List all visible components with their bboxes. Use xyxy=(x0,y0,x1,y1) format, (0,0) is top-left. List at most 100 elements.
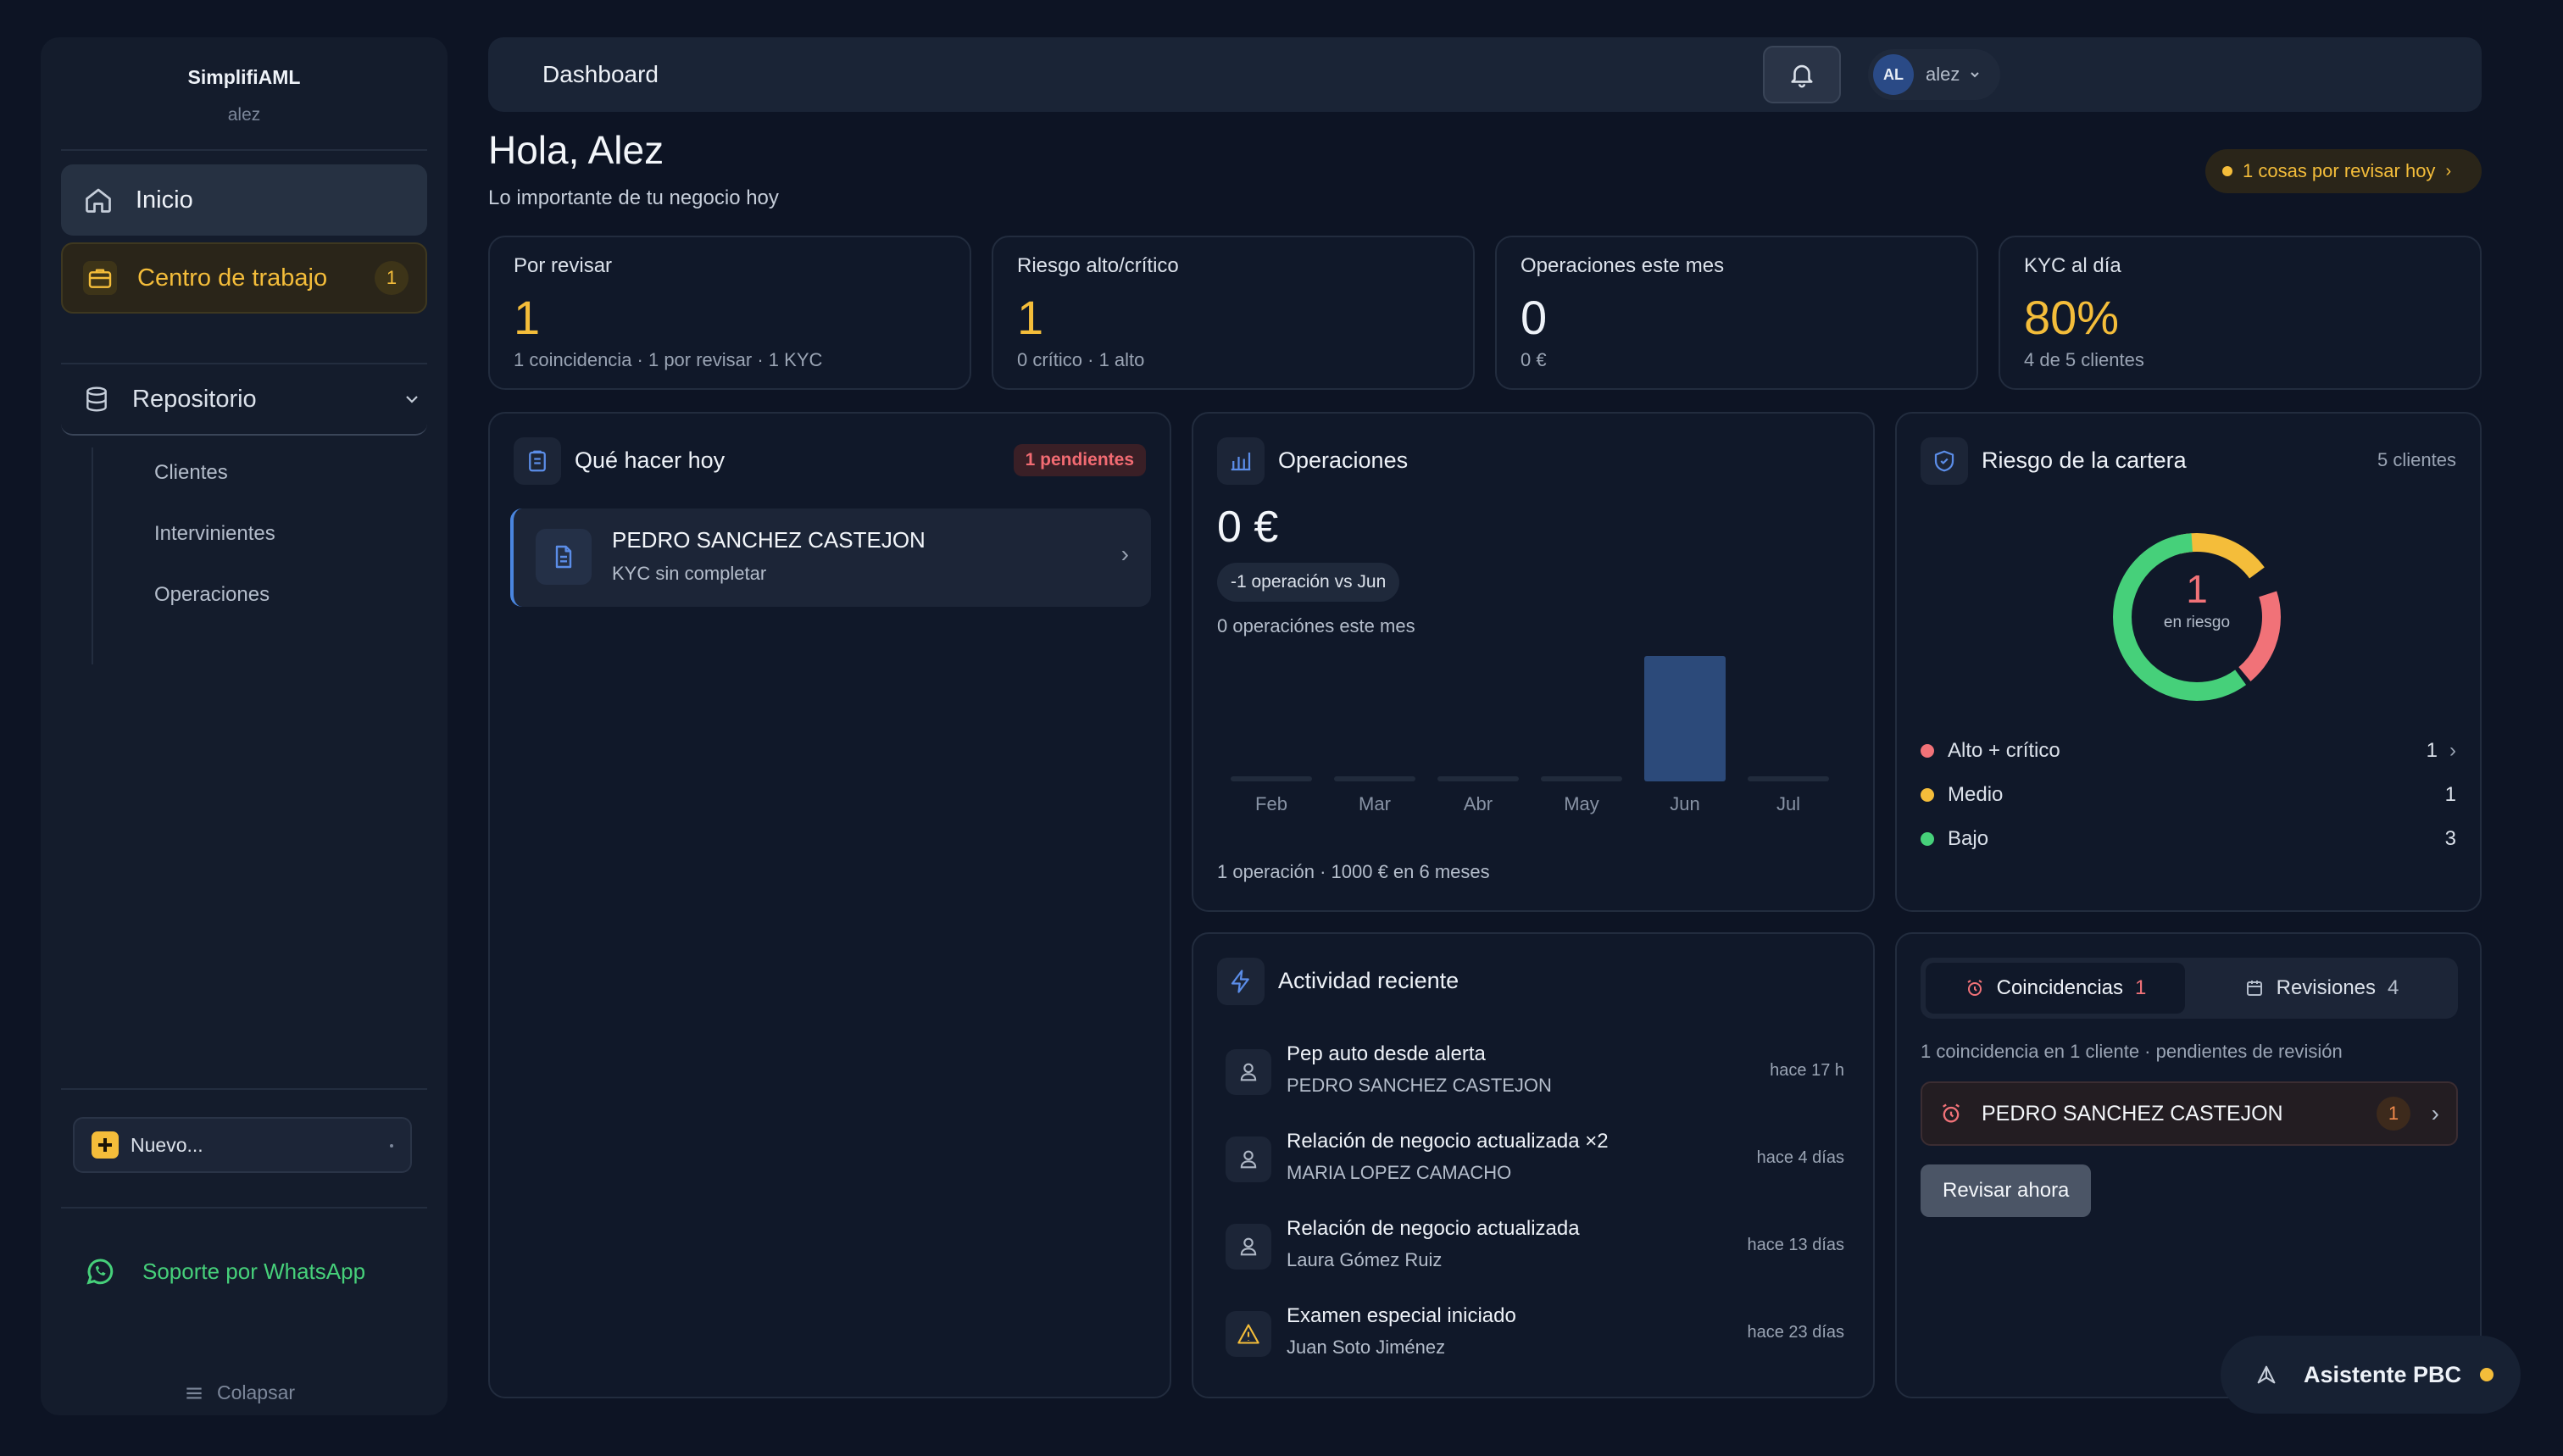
collapse-button[interactable]: Colapsar xyxy=(183,1381,295,1404)
card-title: Actividad reciente xyxy=(1278,968,1459,993)
legend-label: Medio xyxy=(1948,783,2004,806)
tree-line xyxy=(92,447,93,664)
todo-item-detail: KYC sin completar xyxy=(612,563,767,584)
legend-dot xyxy=(1921,744,1934,758)
sidebar-item-intervinientes[interactable]: Intervinientes xyxy=(154,522,275,546)
activity-time: hace 23 días xyxy=(1747,1323,1844,1342)
activity-subject: PEDRO SANCHEZ CASTEJON xyxy=(1287,1075,1552,1096)
risk-client-count: 5 clientes xyxy=(2377,449,2456,470)
todo-item-name: PEDRO SANCHEZ CASTEJON xyxy=(612,527,926,553)
kpi-sub: 1 coincidencia · 1 por revisar · 1 KYC xyxy=(514,349,823,370)
risk-center-value: 1 xyxy=(2186,567,2208,611)
activity-title: Examen especial iniciado xyxy=(1287,1304,1516,1327)
legend-label: Bajo xyxy=(1948,827,1989,850)
match-item[interactable]: PEDRO SANCHEZ CASTEJON 1 › xyxy=(1921,1081,2458,1146)
database-icon xyxy=(83,386,110,413)
legend-count: 3 xyxy=(2444,827,2456,850)
kpi-card-riesgo[interactable]: Riesgo alto/crítico 1 0 crítico · 1 alto xyxy=(992,236,1475,390)
tab-count: 4 xyxy=(2388,976,2399,999)
chart-tick-label: Jun xyxy=(1670,793,1699,814)
user-name: alez xyxy=(1926,64,1960,85)
notifications-button[interactable] xyxy=(1763,46,1841,103)
chart-bar-may xyxy=(1541,776,1622,781)
warning-icon xyxy=(1237,1322,1260,1346)
activity-subject: Laura Gómez Ruiz xyxy=(1287,1249,1443,1270)
sidebar-item-repository[interactable]: Repositorio xyxy=(61,364,427,436)
kpi-value: 0 xyxy=(1521,291,1548,344)
activity-title: Relación de negocio actualizada ×2 xyxy=(1287,1130,1609,1153)
shield-check-icon xyxy=(1932,448,1957,474)
kpi-value: 1 xyxy=(514,291,541,344)
match-item-name: PEDRO SANCHEZ CASTEJON xyxy=(1982,1101,2283,1125)
chart-bar-jul xyxy=(1748,776,1829,781)
chevron-right-icon: › xyxy=(2431,1100,2439,1126)
home-icon xyxy=(83,185,114,215)
activity-subject: MARIA LOPEZ CAMACHO xyxy=(1287,1162,1512,1183)
operations-footer: 1 operación · 1000 € en 6 meses xyxy=(1217,861,1490,882)
todo-card: Qué hacer hoy 1 pendientes PEDRO SANCHEZ… xyxy=(488,412,1171,1398)
brand-name: SimplifiAML xyxy=(187,66,301,88)
pending-badge: 1 pendientes xyxy=(1013,444,1146,476)
chart-tick-label: May xyxy=(1564,793,1599,814)
activity-time: hace 13 días xyxy=(1747,1236,1844,1254)
review-now-button[interactable]: Revisar ahora xyxy=(1921,1164,2092,1217)
chart-bar-feb xyxy=(1231,776,1312,781)
risk-legend-high[interactable]: Alto + crítico 1 › xyxy=(1921,734,2456,768)
activity-item[interactable]: Relación de negocio actualizada ×2 MARIA… xyxy=(1193,1126,1876,1204)
dropdown-indicator xyxy=(390,1144,393,1148)
chevron-down-icon xyxy=(402,389,422,409)
operations-delta-badge: -1 operación vs Jun xyxy=(1217,563,1400,602)
todo-icon-box xyxy=(514,437,561,485)
kpi-card-kyc[interactable]: KYC al día 80% 4 de 5 clientes xyxy=(1999,236,2482,390)
chart-bar-jun xyxy=(1644,656,1726,781)
sidebar: SimplifiAML alez Inicio Centro de trabaj… xyxy=(41,37,448,1415)
legend-count: 1 xyxy=(2444,783,2456,806)
status-dot xyxy=(2222,166,2232,176)
new-button[interactable]: Nuevo... xyxy=(73,1117,412,1173)
chevron-right-icon: › xyxy=(2445,161,2452,181)
legend-count: 1 xyxy=(2426,739,2438,762)
kpi-label: Operaciones este mes xyxy=(1521,254,1725,277)
kpi-label: Riesgo alto/crítico xyxy=(1017,254,1179,277)
operations-card: Operaciones 0 € -1 operación vs Jun 0 op… xyxy=(1192,412,1875,912)
tab-revisiones[interactable]: Revisiones 4 xyxy=(2190,963,2453,1014)
tab-label: Coincidencias xyxy=(1996,976,2124,999)
activity-item[interactable]: Pep auto desde alerta PEDRO SANCHEZ CAST… xyxy=(1193,1039,1876,1117)
operations-value: 0 € xyxy=(1217,503,1279,552)
user-icon xyxy=(1237,1235,1260,1259)
kpi-card-operaciones[interactable]: Operaciones este mes 0 0 € xyxy=(1495,236,1978,390)
review-today-pill[interactable]: 1 cosas por revisar hoy › xyxy=(2205,149,2482,193)
matches-summary: 1 coincidencia en 1 cliente · pendientes… xyxy=(1921,1041,2343,1062)
todo-item[interactable]: PEDRO SANCHEZ CASTEJON KYC sin completar… xyxy=(510,508,1151,607)
whatsapp-support-link[interactable]: Soporte por WhatsApp xyxy=(83,1254,365,1288)
greeting-subtitle: Lo importante de tu negocio hoy xyxy=(488,186,779,209)
kpi-card-por-revisar[interactable]: Por revisar 1 1 coincidencia · 1 por rev… xyxy=(488,236,971,390)
assistant-button[interactable]: Asistente PBC xyxy=(2221,1336,2521,1414)
activity-item[interactable]: Examen especial iniciado Juan Soto Jimén… xyxy=(1193,1301,1876,1379)
sidebar-item-home[interactable]: Inicio xyxy=(61,164,427,236)
sidebar-item-label: Repositorio xyxy=(132,385,257,413)
sidebar-item-workcenter[interactable]: Centro de trabajo 1 xyxy=(61,242,427,314)
user-icon xyxy=(1237,1060,1260,1084)
activity-item[interactable]: Relación de negocio actualizada Laura Gó… xyxy=(1193,1214,1876,1292)
legend-dot xyxy=(1921,832,1934,846)
activity-item-icon-box xyxy=(1226,1049,1271,1095)
tab-label: Revisiones xyxy=(2276,976,2377,999)
greeting-title: Hola, Alez xyxy=(488,128,664,172)
collapse-label: Colapsar xyxy=(217,1381,296,1403)
tab-coincidencias[interactable]: Coincidencias 1 xyxy=(1926,963,2185,1014)
clipboard-icon xyxy=(525,448,550,474)
matches-card: Coincidencias 1 Revisiones 4 1 coinciden… xyxy=(1895,932,2482,1398)
divider xyxy=(61,149,427,151)
operations-chart: Feb Mar Abr May Jun Jul xyxy=(1231,656,1829,814)
avatar: AL xyxy=(1873,54,1914,95)
chart-bar-mar xyxy=(1334,776,1415,781)
sidebar-item-clientes[interactable]: Clientes xyxy=(154,461,228,485)
workcenter-count-badge: 1 xyxy=(375,261,409,295)
operations-icon-box xyxy=(1217,437,1265,485)
user-icon xyxy=(1237,1148,1260,1171)
operations-sub: 0 operaciónes este mes xyxy=(1217,615,1415,636)
user-menu[interactable]: AL alez xyxy=(1868,49,2000,100)
alarm-icon xyxy=(1965,978,1985,998)
sidebar-item-operaciones[interactable]: Operaciones xyxy=(154,583,270,607)
